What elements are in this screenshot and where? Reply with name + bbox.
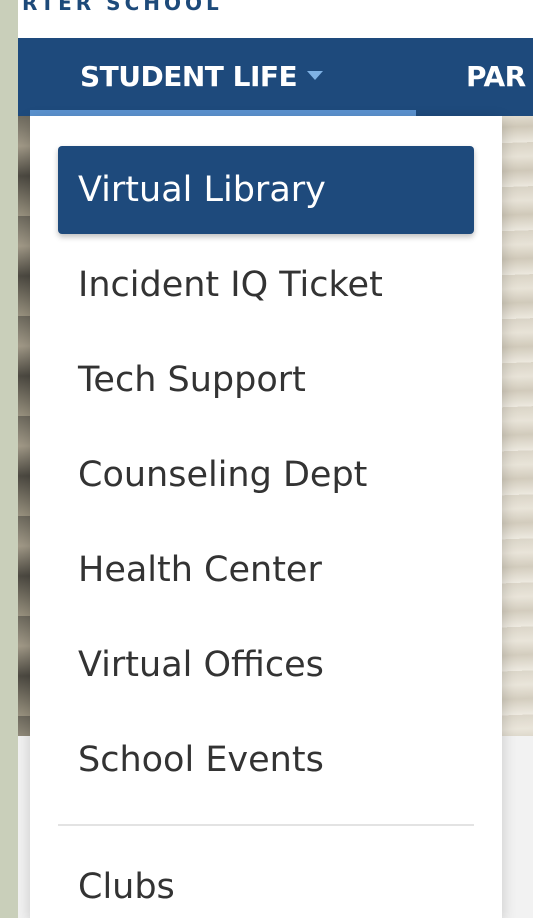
menu-item-incident-iq-ticket[interactable]: Incident IQ Ticket (58, 241, 474, 329)
nav-item-label: STUDENT LIFE (80, 60, 298, 93)
student-life-dropdown-menu: Virtual Library Incident IQ Ticket Tech … (30, 116, 502, 918)
caret-down-icon (307, 70, 324, 80)
menu-item-counseling-dept[interactable]: Counseling Dept (58, 431, 474, 519)
school-name[interactable]: RTER SCHOOL (22, 0, 223, 15)
menu-item-virtual-library[interactable]: Virtual Library (58, 146, 474, 234)
menu-divider (58, 824, 474, 826)
browser-viewport: RTER SCHOOL STUDENT LIFE PAR Virtual Lib… (18, 0, 533, 918)
nav-item-label: PAR (466, 60, 526, 93)
main-navigation: STUDENT LIFE PAR (18, 38, 533, 116)
menu-item-clubs[interactable]: Clubs (58, 843, 474, 918)
menu-item-health-center[interactable]: Health Center (58, 526, 474, 614)
menu-item-tech-support[interactable]: Tech Support (58, 336, 474, 424)
menu-item-virtual-offices[interactable]: Virtual Offices (58, 621, 474, 709)
site-header: RTER SCHOOL (18, 0, 533, 39)
menu-item-school-events[interactable]: School Events (58, 716, 474, 804)
nav-item-parents[interactable]: PAR (466, 60, 526, 93)
nav-item-student-life[interactable]: STUDENT LIFE (80, 60, 324, 93)
